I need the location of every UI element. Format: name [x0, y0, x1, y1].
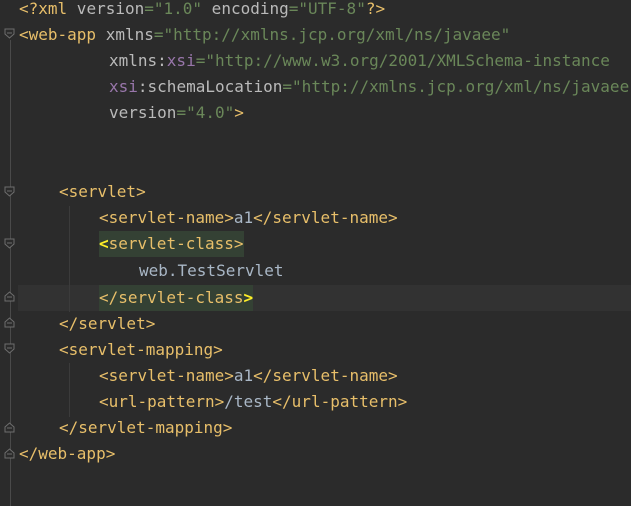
url-pattern-value: /test [224, 392, 273, 411]
attribute-equals: = [195, 51, 206, 70]
tag-close-bracket: > [234, 103, 244, 122]
code-line[interactable]: </servlet-mapping> [59, 415, 232, 441]
fold-collapse-icon[interactable] [4, 343, 15, 354]
servlet-mapping-open-tag: <servlet-mapping> [59, 340, 223, 359]
attribute-value: "4.0" [186, 103, 235, 122]
code-line[interactable]: <servlet> [59, 179, 146, 205]
servlet-class-close-tag-highlight[interactable]: </servlet-class> [99, 285, 254, 311]
attribute-name: encoding [202, 0, 289, 18]
attribute-equals: = [144, 0, 154, 18]
fold-end-icon[interactable] [4, 448, 15, 459]
matched-bracket: > [243, 288, 254, 307]
xml-declaration-open: <?xml [19, 0, 68, 18]
servlet-open-tag: <servlet> [59, 182, 146, 201]
code-line[interactable]: version="4.0"> [109, 100, 244, 126]
attribute-value: "http://xmlns.jcp.org/xml/ns/javaee [292, 77, 630, 96]
servlet-name-open-tag: <servlet-name> [99, 208, 234, 227]
servlet-name-value: a1 [233, 208, 254, 227]
servlet-name-open-tag: <servlet-name> [99, 366, 234, 385]
fold-end-icon[interactable] [4, 422, 15, 433]
attribute-equals: = [153, 25, 164, 44]
code-line[interactable]: <?xml version="1.0" encoding="UTF-8"?> [19, 0, 385, 22]
code-line[interactable]: <servlet-name>a1</servlet-name> [99, 205, 398, 231]
tag-open-bracket: </ [99, 288, 119, 307]
attribute-name: version [109, 103, 177, 122]
attribute-value: "http://xmlns.jcp.org/xml/ns/javaee" [163, 25, 511, 44]
code-line[interactable]: <servlet-name>a1</servlet-name> [99, 363, 398, 389]
attribute-equals: = [176, 103, 187, 122]
servlet-name-value: a1 [233, 366, 254, 385]
matched-bracket: < [99, 234, 109, 253]
servlet-class-open-tag: servlet-class [108, 234, 234, 253]
fold-end-icon[interactable] [4, 317, 15, 328]
code-line[interactable]: xsi:schemaLocation="http://xmlns.jcp.org… [109, 74, 629, 100]
fold-collapse-icon[interactable] [4, 186, 15, 197]
url-pattern-close-tag: </url-pattern> [272, 392, 408, 411]
attribute-name: xmlns: [109, 51, 167, 70]
attribute-value: "http://www.w3.org/2001/XMLSchema-instan… [205, 51, 610, 70]
indent-guide [69, 363, 70, 417]
attribute-name: xmlns [96, 25, 154, 44]
code-line[interactable]: <servlet-mapping> [59, 337, 223, 363]
tag-open: <web-app [19, 25, 97, 44]
gutter-fold-guide [10, 40, 11, 506]
code-line[interactable]: web.TestServlet [139, 258, 284, 284]
xml-declaration-close: ?> [365, 0, 386, 18]
attribute-name: version [67, 0, 145, 18]
code-line[interactable]: <web-app xmlns="http://xmlns.jcp.org/xml… [19, 22, 510, 48]
indent-guide [69, 206, 70, 312]
servlet-name-close-tag: </servlet-name> [253, 208, 398, 227]
servlet-class-value: web.TestServlet [139, 261, 284, 280]
namespace-prefix: xsi [109, 77, 138, 96]
code-line[interactable]: <url-pattern>/test</url-pattern> [99, 389, 407, 415]
web-app-close-tag: </web-app> [19, 444, 116, 463]
servlet-close-tag: </servlet> [59, 314, 156, 333]
servlet-class-close-tag: servlet-class [118, 288, 244, 307]
code-line[interactable]: </web-app> [19, 441, 115, 467]
code-line[interactable]: xmlns:xsi="http://www.w3.org/2001/XMLSch… [109, 48, 610, 74]
attribute-equals: = [282, 77, 293, 96]
fold-end-icon[interactable] [4, 291, 15, 302]
tag-close-bracket: > [233, 234, 244, 253]
url-pattern-open-tag: <url-pattern> [99, 392, 225, 411]
code-line[interactable]: </servlet> [59, 311, 155, 337]
fold-collapse-icon[interactable] [4, 28, 15, 39]
editor-gutter [0, 0, 18, 506]
attribute-value: "1.0" [153, 0, 203, 18]
fold-collapse-icon[interactable] [4, 238, 15, 249]
servlet-mapping-close-tag: </servlet-mapping> [59, 418, 233, 437]
attribute-equals: = [288, 0, 299, 18]
attribute-name: :schemaLocation [137, 77, 283, 96]
namespace-prefix: xsi [166, 51, 196, 70]
code-editor[interactable]: <?xml version="1.0" encoding="UTF-8"?> <… [0, 0, 631, 506]
servlet-class-open-tag-highlight[interactable]: <servlet-class> [99, 231, 244, 257]
attribute-value: "UTF-8" [298, 0, 366, 18]
servlet-name-close-tag: </servlet-name> [253, 366, 398, 385]
